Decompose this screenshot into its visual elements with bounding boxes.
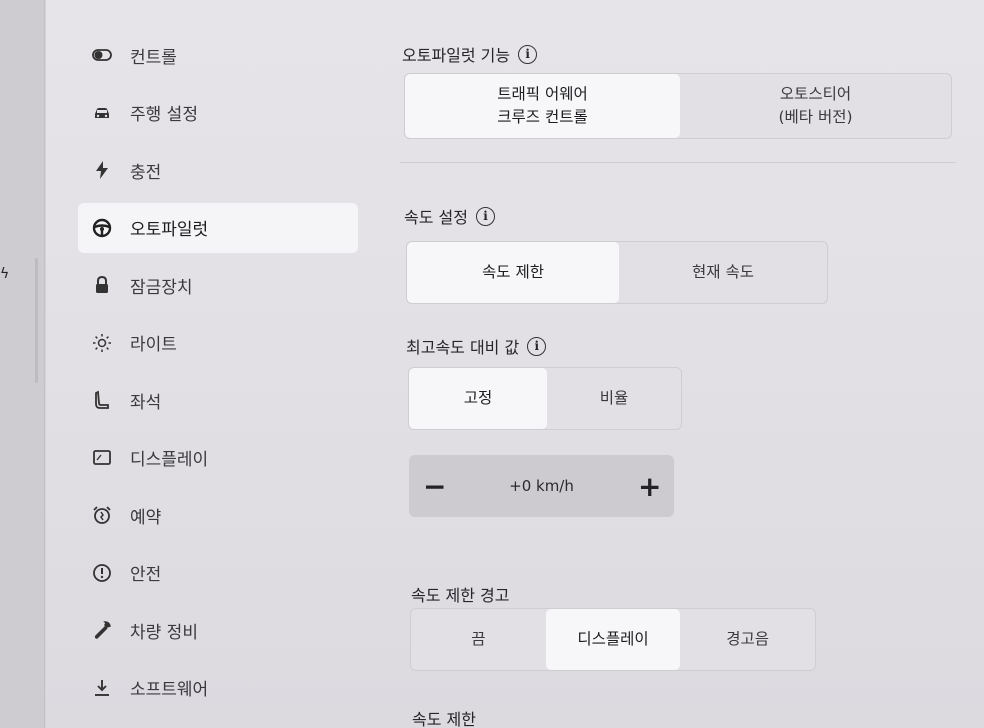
lightning-small-icon: ϟ: [0, 266, 10, 282]
sidebar-item-label: 예약: [130, 507, 162, 528]
option-traffic-aware-cruise-control[interactable]: 트래픽 어웨어 크루즈 컨트롤: [405, 74, 680, 138]
sidebar-item-label: 차량 정비: [130, 622, 198, 643]
left-edge-strip: ϟ: [0, 0, 45, 728]
speed-setting-label: 속도 설정: [404, 208, 468, 227]
toggle-icon: [90, 43, 114, 67]
option-line: 크루즈 컨트롤: [497, 108, 588, 126]
info-icon[interactable]: i: [527, 336, 547, 356]
sidebar-item-label: 오토파일럿: [130, 220, 209, 240]
speed-limit-title: 속도 제한: [412, 706, 476, 728]
display-icon: [90, 446, 114, 470]
speed-warning-selector: 끔 디스플레이 경고음: [410, 608, 816, 671]
option-current-speed[interactable]: 현재 속도: [619, 242, 827, 303]
sidebar-item-display[interactable]: 디스플레이: [78, 433, 358, 483]
option-off[interactable]: 끔: [411, 609, 546, 670]
option-line: 오토스티어: [779, 84, 852, 103]
info-icon[interactable]: i: [518, 44, 538, 64]
offset-title: 최고속도 대비 값 i: [406, 334, 547, 358]
sidebar-item-controls[interactable]: 컨트롤: [78, 30, 358, 80]
option-label: 경고음: [726, 629, 770, 648]
sidebar-item-schedule[interactable]: 예약: [78, 490, 358, 540]
option-display[interactable]: 디스플레이: [545, 609, 681, 670]
sidebar-item-label: 소프트웨어: [130, 680, 209, 700]
option-label: 디스플레이: [577, 629, 649, 648]
sidebar-item-driving[interactable]: 주행 설정: [78, 88, 358, 138]
sidebar-item-label: 주행 설정: [130, 105, 198, 125]
sun-icon: [90, 331, 114, 355]
option-line: 트래픽 어웨어: [497, 84, 588, 103]
offset-label: 최고속도 대비 값: [406, 338, 520, 357]
option-fixed[interactable]: 고정: [409, 368, 547, 429]
car-icon: [90, 101, 114, 125]
autopilot-feature-selector: 트래픽 어웨어 크루즈 컨트롤 오토스티어 (베타 버전): [404, 73, 952, 139]
speed-setting-title: 속도 설정 i: [404, 204, 495, 228]
sidebar-item-seats[interactable]: 좌석: [78, 375, 358, 425]
sidebar-item-label: 안전: [130, 565, 162, 585]
option-line: (베타 버전): [778, 108, 853, 126]
sidebar-item-label: 컨트롤: [130, 47, 177, 68]
section-divider: [400, 162, 956, 163]
steering-wheel-icon: [90, 216, 114, 240]
sidebar-item-service[interactable]: 차량 정비: [78, 605, 358, 655]
info-icon[interactable]: i: [475, 206, 495, 226]
sidebar-item-software[interactable]: 소프트웨어: [78, 663, 358, 713]
increment-button[interactable]: +: [638, 470, 661, 503]
option-label: 속도 제한: [482, 262, 544, 281]
sidebar-item-label: 디스플레이: [130, 450, 209, 470]
sidebar-item-label: 충전: [130, 162, 162, 183]
sidebar-item-label: 잠금장치: [130, 277, 193, 298]
offset-type-selector: 고정 비율: [408, 367, 682, 430]
sidebar-item-label: 라이트: [130, 335, 177, 355]
option-speed-limit[interactable]: 속도 제한: [407, 242, 619, 303]
option-autosteer-beta[interactable]: 오토스티어 (베타 버전): [680, 74, 951, 138]
speed-setting-selector: 속도 제한 현재 속도: [406, 241, 828, 304]
alert-circle-icon: [90, 561, 114, 585]
settings-screen: 컨트롤 주행 설정 충전 오토파일럿 잠금장치 라이트 좌석 디스플레이 예약 …: [46, 0, 984, 728]
speed-warning-title: 속도 제한 경고: [411, 582, 510, 606]
download-icon: [90, 676, 114, 700]
sidebar-item-autopilot[interactable]: 오토파일럿: [78, 202, 358, 253]
seat-icon: [90, 388, 114, 412]
autopilot-features-label: 오토파일럿 기능: [402, 46, 511, 65]
offset-stepper: − +0 km/h +: [409, 455, 674, 517]
decrement-button[interactable]: −: [423, 470, 446, 503]
lightning-icon: [90, 158, 114, 182]
sidebar-item-safety[interactable]: 안전: [78, 548, 358, 598]
alarm-clock-icon: [90, 503, 114, 527]
settings-sidebar: 컨트롤 주행 설정 충전 오토파일럿 잠금장치 라이트 좌석 디스플레이 예약 …: [78, 30, 358, 720]
wrench-icon: [90, 618, 114, 642]
speed-warning-label: 속도 제한 경고: [411, 586, 510, 605]
sidebar-item-lights[interactable]: 라이트: [78, 318, 358, 368]
lock-icon: [90, 273, 114, 297]
option-percentage[interactable]: 비율: [547, 368, 681, 429]
option-chime[interactable]: 경고음: [680, 609, 815, 670]
speed-limit-label: 속도 제한: [412, 710, 476, 728]
sidebar-item-charging[interactable]: 충전: [78, 145, 358, 195]
option-label: 현재 속도: [692, 262, 754, 281]
option-label: 끔: [471, 629, 486, 648]
sidebar-item-label: 좌석: [130, 392, 162, 413]
sidebar-item-locks[interactable]: 잠금장치: [78, 260, 358, 310]
option-label: 고정: [463, 388, 493, 407]
scrollbar[interactable]: [35, 258, 38, 383]
autopilot-features-title: 오토파일럿 기능 i: [402, 42, 538, 66]
option-label: 비율: [599, 388, 629, 407]
offset-value: +0 km/h: [509, 477, 574, 495]
